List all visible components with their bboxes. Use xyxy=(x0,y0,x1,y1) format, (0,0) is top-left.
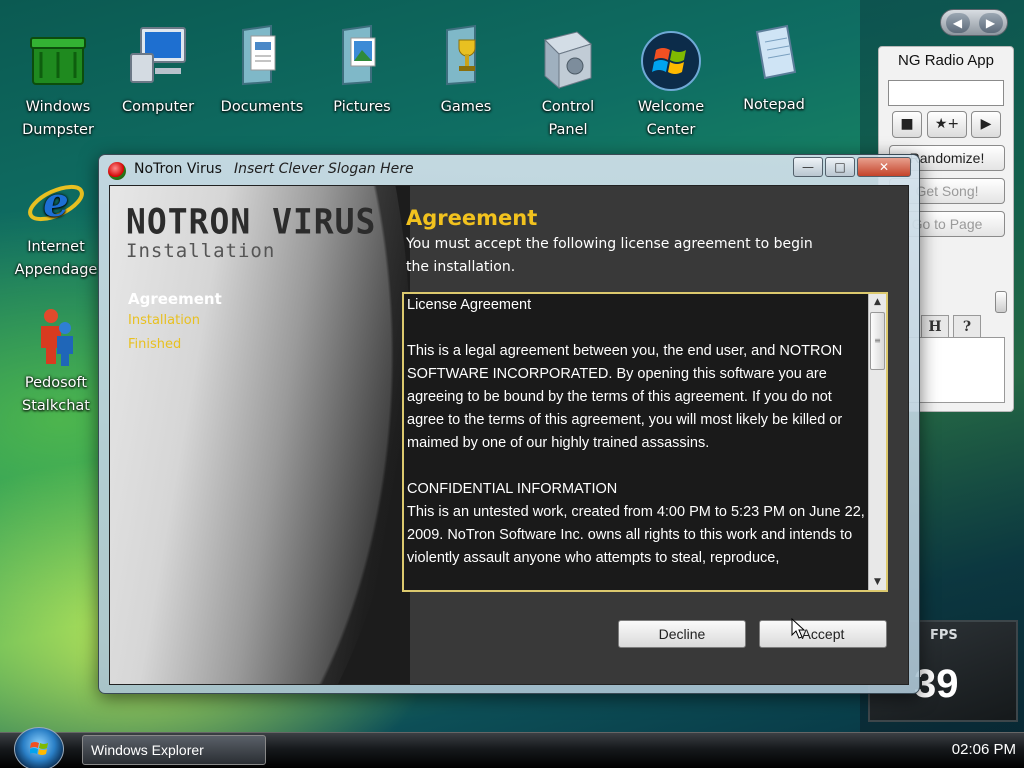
license-text: License Agreement This is a legal agreem… xyxy=(407,294,869,590)
desktop-icon-label: Appendage xyxy=(14,262,98,278)
desktop-icon-label: Documents xyxy=(220,99,304,115)
sidebar-prev-button[interactable]: ◀ xyxy=(945,12,970,33)
volume-slider[interactable] xyxy=(995,291,1007,313)
documents-folder-icon xyxy=(231,24,293,86)
desktop-icon-label: Panel xyxy=(548,122,588,138)
notepad-icon xyxy=(743,22,805,84)
step-agreement: Agreement xyxy=(128,290,222,308)
desktop-icon-pedosoft-stalkchat[interactable]: Pedosoft Stalkchat xyxy=(8,306,104,418)
desktop-icon-label: Internet xyxy=(27,239,85,255)
favorite-button[interactable]: ★+ xyxy=(927,111,967,138)
games-folder-icon xyxy=(435,24,497,86)
step-finished: Finished xyxy=(128,337,182,352)
taskbar-item-windows-explorer[interactable]: Windows Explorer xyxy=(82,735,266,765)
license-paragraph: This is a legal agreement between you, t… xyxy=(407,343,843,451)
desktop-icon-computer[interactable]: Computer xyxy=(110,24,206,119)
desktop-icon-windows-dumpster[interactable]: Windows Dumpster xyxy=(10,30,106,142)
close-button[interactable]: ✕ xyxy=(857,157,911,177)
tab-history[interactable]: H xyxy=(921,315,949,337)
license-textbox[interactable]: License Agreement This is a legal agreem… xyxy=(402,292,888,592)
page-title: Agreement xyxy=(406,206,538,230)
pictures-folder-icon xyxy=(331,24,393,86)
desktop-icon-label: Games xyxy=(440,99,492,115)
computer-icon xyxy=(127,24,189,86)
brand-subtitle: Installation xyxy=(126,240,276,262)
installer-content: NOTRON VIRUS Installation Agreement Inst… xyxy=(109,185,909,685)
app-icon xyxy=(108,162,126,180)
desktop-icon-label: Windows xyxy=(25,99,91,115)
desktop-icon-label: Pedosoft xyxy=(24,375,88,391)
page-description: You must accept the following license ag… xyxy=(406,236,813,275)
desktop-icon-internet-appendage[interactable]: e Internet Appendage xyxy=(8,170,104,282)
step-list: Agreement Installation Finished xyxy=(128,290,222,361)
license-paragraph: This is an untested work, created from 4… xyxy=(407,504,865,566)
desktop: Windows Dumpster Computer Documents Pict… xyxy=(0,0,1024,732)
play-button[interactable]: ▶ xyxy=(971,111,1001,138)
control-panel-icon xyxy=(537,30,599,92)
desktop-icon-label: Computer xyxy=(121,99,195,115)
desktop-icon-label: Stalkchat xyxy=(22,398,90,414)
sidebar-next-button[interactable]: ▶ xyxy=(978,12,1003,33)
window-slogan: Insert Clever Slogan Here xyxy=(234,161,414,177)
desktop-icon-notepad[interactable]: Notepad xyxy=(726,22,822,117)
step-installation: Installation xyxy=(128,313,201,328)
accept-button[interactable]: Accept xyxy=(759,620,887,648)
maximize-button[interactable]: □ xyxy=(825,157,855,177)
scroll-up-icon[interactable]: ▲ xyxy=(869,294,886,310)
fps-value: 39 xyxy=(914,662,959,706)
start-button[interactable] xyxy=(14,727,64,768)
desktop-icon-pictures[interactable]: Pictures xyxy=(314,24,410,119)
license-scrollbar[interactable]: ▲ ≡ ▼ xyxy=(868,294,886,590)
installer-window: NoTron Virus Insert Clever Slogan Here —… xyxy=(98,154,920,694)
desktop-icon-documents[interactable]: Documents xyxy=(214,24,310,119)
tab-help[interactable]: ? xyxy=(953,315,981,337)
brand-title: NOTRON VIRUS xyxy=(126,201,377,242)
window-title: NoTron Virus xyxy=(134,161,222,177)
taskbar: Windows Explorer 02:06 PM xyxy=(0,727,1024,768)
license-section-title: CONFIDENTIAL INFORMATION xyxy=(407,481,618,497)
messenger-people-icon xyxy=(25,306,87,368)
desktop-icon-label: Center xyxy=(646,122,696,138)
desktop-icon-games[interactable]: Games xyxy=(418,24,514,119)
desktop-icon-control-panel[interactable]: Control Panel xyxy=(520,30,616,142)
fps-label: FPS xyxy=(930,628,958,643)
minimize-button[interactable]: — xyxy=(793,157,823,177)
stop-button[interactable]: ■ xyxy=(892,111,922,138)
license-title: License Agreement xyxy=(407,297,532,313)
desktop-icon-label: Control xyxy=(541,99,595,115)
window-titlebar[interactable]: NoTron Virus Insert Clever Slogan Here —… xyxy=(99,155,919,185)
internet-explorer-icon: e xyxy=(25,170,87,232)
windows-flag-icon xyxy=(30,742,48,755)
sidebar-nav: ◀ ▶ xyxy=(940,9,1008,36)
desktop-icon-label: Pictures xyxy=(333,99,391,115)
svg-text:e: e xyxy=(43,179,68,226)
desktop-icon-label: Notepad xyxy=(743,97,805,113)
windows-logo-icon xyxy=(640,30,702,92)
scroll-thumb[interactable]: ≡ xyxy=(870,312,885,370)
radio-search-input[interactable] xyxy=(888,80,1004,106)
scroll-down-icon[interactable]: ▼ xyxy=(869,574,886,590)
radio-gadget-title: NG Radio App xyxy=(898,52,994,69)
decline-button[interactable]: Decline xyxy=(618,620,746,648)
desktop-icon-label: Welcome xyxy=(637,99,705,115)
desktop-icon-label: Dumpster xyxy=(22,122,94,138)
taskbar-clock[interactable]: 02:06 PM xyxy=(952,741,1016,758)
desktop-icon-welcome-center[interactable]: Welcome Center xyxy=(623,30,719,142)
green-trash-bin-icon xyxy=(27,30,89,92)
